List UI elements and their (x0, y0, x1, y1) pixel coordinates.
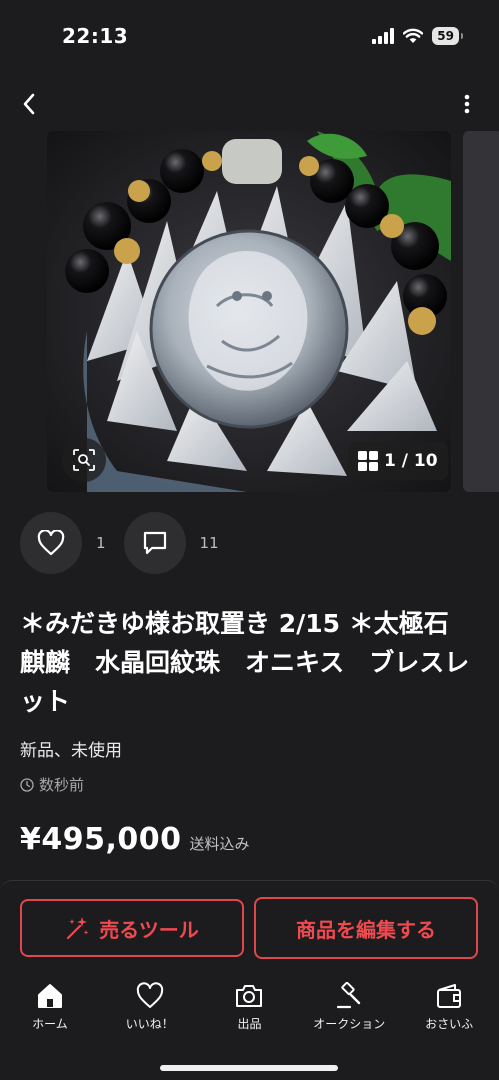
magic-wand-icon (67, 917, 89, 940)
more-vertical-icon (464, 94, 470, 114)
chevron-left-icon (23, 93, 35, 115)
grid-icon (358, 451, 378, 471)
tab-home[interactable]: ホーム (0, 980, 100, 1040)
tab-likes-label: いいね！ (125, 1017, 174, 1031)
status-bar: 22:13 59 (0, 0, 499, 72)
home-indicator (160, 1065, 338, 1071)
tab-auction-label: オークション (313, 1017, 386, 1031)
status-time: 22:13 (62, 24, 129, 48)
product-image[interactable] (47, 131, 451, 492)
tab-wallet[interactable]: おさいふ (399, 980, 499, 1040)
wallet-icon (437, 984, 462, 1008)
item-condition: 新品、未使用 (20, 741, 122, 761)
tab-sell[interactable]: 出品 (200, 980, 300, 1040)
tab-wallet-label: おさいふ (425, 1017, 474, 1031)
like-count: 1 (96, 534, 106, 552)
camera-icon (236, 985, 263, 1007)
item-title: ＊みだきゆ様お取置き 2/15 ＊太極石 麒麟 水晶回紋珠 オニキス ブレスレッ… (20, 609, 474, 716)
home-icon (37, 984, 62, 1008)
clock-icon (20, 777, 34, 792)
comment-count: 11 (199, 534, 219, 552)
comment-icon (143, 531, 166, 555)
tab-likes[interactable]: いいね！ (100, 980, 200, 1040)
scan-icon (73, 449, 95, 471)
tab-auction[interactable]: オークション (299, 980, 399, 1040)
like-button[interactable] (20, 512, 82, 574)
posted-time: 数秒前 (20, 774, 84, 795)
signal-icon (372, 28, 395, 44)
bracelet-photo (47, 131, 451, 492)
heart-icon (37, 530, 65, 556)
next-image-preview[interactable] (463, 131, 499, 492)
nav-bar (0, 84, 499, 124)
sell-tool-label: 売るツール (99, 917, 199, 942)
shipping-label: 送料込み (189, 835, 250, 853)
battery-icon: 59 (432, 27, 463, 45)
status-icons: 59 (372, 27, 463, 45)
heart-icon (136, 982, 163, 1008)
tab-home-label: ホーム (32, 1017, 68, 1031)
image-counter-label: 1 / 10 (384, 451, 438, 471)
image-search-button[interactable] (62, 438, 106, 482)
comment-button[interactable] (123, 512, 186, 574)
price-row: ¥495,000 送料込み (20, 822, 250, 857)
posted-time-label: 数秒前 (39, 776, 85, 794)
edit-item-button[interactable]: 商品を編集する (254, 897, 478, 959)
more-options-button[interactable] (455, 90, 479, 118)
back-button[interactable] (14, 88, 44, 120)
tab-sell-label: 出品 (237, 1017, 262, 1031)
tab-bar: ホーム いいね！ 出品 オークション おさいふ (0, 980, 499, 1040)
image-counter[interactable]: 1 / 10 (348, 442, 448, 480)
sell-tool-button[interactable]: 売るツール (20, 899, 244, 957)
wifi-icon (403, 28, 424, 43)
item-price: ¥495,000 (20, 822, 182, 857)
gavel-icon (337, 982, 361, 1009)
edit-item-label: 商品を編集する (296, 917, 436, 942)
next-photo (463, 131, 499, 492)
engagement-actions: 1 11 (20, 512, 237, 574)
